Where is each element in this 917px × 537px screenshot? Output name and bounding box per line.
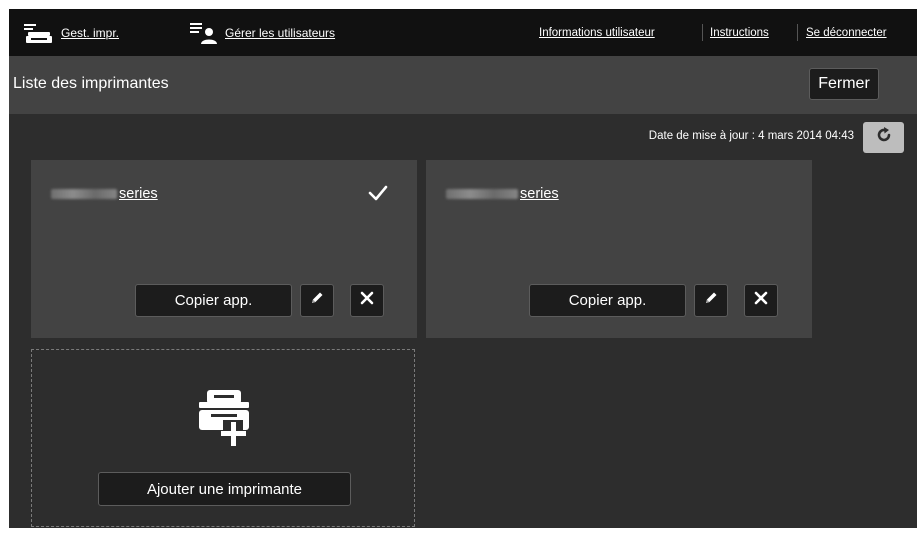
nav-divider xyxy=(797,24,798,41)
copy-app-button[interactable]: Copier app. xyxy=(135,284,292,317)
redacted-model xyxy=(446,189,518,199)
page-title: Liste des imprimantes xyxy=(13,75,169,92)
edit-button[interactable] xyxy=(300,284,334,317)
update-timestamp: Date de mise à jour : 4 mars 2014 04:43 xyxy=(648,130,854,142)
users-manage-icon xyxy=(189,21,219,45)
pencil-icon xyxy=(703,290,719,311)
nav-manage-users-label: Gérer les utilisateurs xyxy=(225,25,336,40)
copy-app-button[interactable]: Copier app. xyxy=(529,284,686,317)
printer-name[interactable]: series xyxy=(51,186,158,202)
app-frame: Gest. impr. Gérer les utilisateurs Infor… xyxy=(9,9,917,528)
nav-manage-users[interactable]: Gérer les utilisateurs xyxy=(189,9,335,56)
instructions-link[interactable]: Instructions xyxy=(710,9,769,56)
refresh-icon xyxy=(875,126,893,149)
user-info-link[interactable]: Informations utilisateur xyxy=(539,9,655,56)
nav-divider xyxy=(702,24,703,41)
pencil-icon xyxy=(309,290,325,311)
delete-button[interactable] xyxy=(350,284,384,317)
printer-card[interactable]: series Copier app. xyxy=(31,160,417,338)
printer-name[interactable]: series xyxy=(446,186,559,202)
checkmark-icon xyxy=(368,185,388,206)
logout-link[interactable]: Se déconnecter xyxy=(806,9,887,56)
nav-manage-printer-label: Gest. impr. xyxy=(61,25,120,40)
printer-card[interactable]: series Copier app. xyxy=(426,160,812,338)
printer-series-label[interactable]: series xyxy=(520,186,559,202)
add-printer-card: Ajouter une imprimante xyxy=(31,349,415,527)
edit-button[interactable] xyxy=(694,284,728,317)
add-printer-button[interactable]: Ajouter une imprimante xyxy=(98,472,351,506)
close-button[interactable]: Fermer xyxy=(809,68,879,100)
refresh-button[interactable] xyxy=(863,122,904,153)
title-bar: Liste des imprimantes Fermer xyxy=(9,56,917,114)
delete-button[interactable] xyxy=(744,284,778,317)
nav-manage-printer[interactable]: Gest. impr. xyxy=(23,9,119,56)
printer-manage-icon xyxy=(23,22,55,44)
top-nav: Gest. impr. Gérer les utilisateurs Infor… xyxy=(9,9,917,56)
redacted-model xyxy=(51,189,117,199)
printer-series-label[interactable]: series xyxy=(119,186,158,202)
close-x-icon xyxy=(754,291,768,310)
close-x-icon xyxy=(360,291,374,310)
add-printer-icon xyxy=(193,384,257,457)
